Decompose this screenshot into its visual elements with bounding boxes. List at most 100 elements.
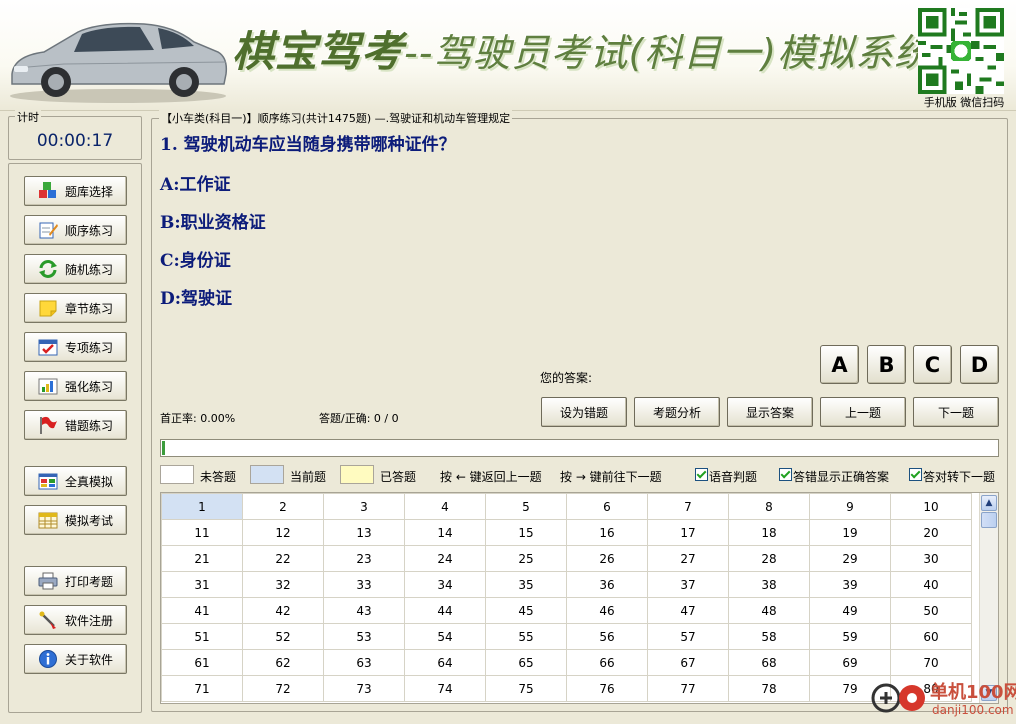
question-number-cell[interactable]: 19: [809, 519, 891, 546]
question-number-cell[interactable]: 76: [566, 675, 648, 702]
question-number-cell[interactable]: 6: [566, 493, 648, 520]
question-number-cell[interactable]: 25: [485, 545, 567, 572]
question-number-cell[interactable]: 34: [404, 571, 486, 598]
show-answer-button[interactable]: 显示答案: [727, 397, 813, 427]
answer-a-button[interactable]: A: [820, 345, 859, 384]
auto-next-checkbox[interactable]: [909, 468, 922, 481]
question-number-cell[interactable]: 43: [323, 597, 405, 624]
question-analysis-button[interactable]: 考题分析: [634, 397, 720, 427]
question-number-cell[interactable]: 57: [647, 623, 729, 650]
question-number-cell[interactable]: 75: [485, 675, 567, 702]
question-number-cell[interactable]: 65: [485, 649, 567, 676]
question-number-cell[interactable]: 36: [566, 571, 648, 598]
nav-chapter-practice-button[interactable]: 章节练习: [24, 293, 127, 323]
question-number-cell[interactable]: 5: [485, 493, 567, 520]
question-number-cell[interactable]: 58: [728, 623, 810, 650]
question-number-cell[interactable]: 2: [242, 493, 324, 520]
question-number-cell[interactable]: 54: [404, 623, 486, 650]
question-number-cell[interactable]: 62: [242, 649, 324, 676]
question-number-cell[interactable]: 60: [890, 623, 972, 650]
question-number-cell[interactable]: 67: [647, 649, 729, 676]
nav-topic-practice-button[interactable]: 专项练习: [24, 332, 127, 362]
question-number-cell[interactable]: 55: [485, 623, 567, 650]
question-number-cell[interactable]: 26: [566, 545, 648, 572]
question-number-cell[interactable]: 70: [890, 649, 972, 676]
question-number-cell[interactable]: 61: [161, 649, 243, 676]
nav-random-practice-button[interactable]: 随机练习: [24, 254, 127, 284]
scroll-thumb[interactable]: [981, 512, 997, 528]
question-number-cell[interactable]: 38: [728, 571, 810, 598]
question-number-cell[interactable]: 17: [647, 519, 729, 546]
scroll-up-icon[interactable]: ▲: [981, 495, 997, 511]
question-number-cell[interactable]: 45: [485, 597, 567, 624]
question-number-cell[interactable]: 78: [728, 675, 810, 702]
nav-print-questions-button[interactable]: 打印考题: [24, 566, 127, 596]
question-number-cell[interactable]: 29: [809, 545, 891, 572]
question-number-cell[interactable]: 30: [890, 545, 972, 572]
question-number-cell[interactable]: 77: [647, 675, 729, 702]
mark-wrong-button[interactable]: 设为错题: [541, 397, 627, 427]
question-number-cell[interactable]: 32: [242, 571, 324, 598]
nav-mock-exam-button[interactable]: 模拟考试: [24, 505, 127, 535]
question-number-cell[interactable]: 44: [404, 597, 486, 624]
grid-scrollbar[interactable]: ▲ ▼: [979, 493, 998, 703]
question-number-cell[interactable]: 63: [323, 649, 405, 676]
nav-register-button[interactable]: 软件注册: [24, 605, 127, 635]
question-number-cell[interactable]: 23: [323, 545, 405, 572]
question-number-cell[interactable]: 10: [890, 493, 972, 520]
question-number-cell[interactable]: 18: [728, 519, 810, 546]
question-number-cell[interactable]: 24: [404, 545, 486, 572]
question-number-cell[interactable]: 16: [566, 519, 648, 546]
question-number-cell[interactable]: 1: [161, 493, 243, 520]
question-number-cell[interactable]: 41: [161, 597, 243, 624]
answer-d-button[interactable]: D: [960, 345, 999, 384]
question-number-cell[interactable]: 40: [890, 571, 972, 598]
question-number-cell[interactable]: 8: [728, 493, 810, 520]
question-number-cell[interactable]: 42: [242, 597, 324, 624]
question-number-cell[interactable]: 56: [566, 623, 648, 650]
question-number-cell[interactable]: 28: [728, 545, 810, 572]
question-number-cell[interactable]: 9: [809, 493, 891, 520]
question-number-cell[interactable]: 68: [728, 649, 810, 676]
question-number-cell[interactable]: 49: [809, 597, 891, 624]
question-number-cell[interactable]: 7: [647, 493, 729, 520]
question-number-cell[interactable]: 4: [404, 493, 486, 520]
question-number-cell[interactable]: 47: [647, 597, 729, 624]
question-number-cell[interactable]: 48: [728, 597, 810, 624]
question-number-cell[interactable]: 3: [323, 493, 405, 520]
question-number-cell[interactable]: 51: [161, 623, 243, 650]
question-number-cell[interactable]: 52: [242, 623, 324, 650]
question-number-cell[interactable]: 64: [404, 649, 486, 676]
show-correct-checkbox[interactable]: [779, 468, 792, 481]
question-number-cell[interactable]: 14: [404, 519, 486, 546]
question-number-cell[interactable]: 73: [323, 675, 405, 702]
question-number-cell[interactable]: 35: [485, 571, 567, 598]
question-number-cell[interactable]: 59: [809, 623, 891, 650]
previous-question-button[interactable]: 上一题: [820, 397, 906, 427]
nav-sequential-practice-button[interactable]: 顺序练习: [24, 215, 127, 245]
option-c[interactable]: C:身份证: [160, 246, 231, 271]
question-number-cell[interactable]: 46: [566, 597, 648, 624]
question-number-cell[interactable]: 22: [242, 545, 324, 572]
answer-c-button[interactable]: C: [913, 345, 952, 384]
question-number-cell[interactable]: 72: [242, 675, 324, 702]
nav-bank-select-button[interactable]: 题库选择: [24, 176, 127, 206]
next-question-button[interactable]: 下一题: [913, 397, 999, 427]
question-number-cell[interactable]: 69: [809, 649, 891, 676]
nav-about-button[interactable]: 关于软件: [24, 644, 127, 674]
question-number-cell[interactable]: 33: [323, 571, 405, 598]
option-a[interactable]: A:工作证: [160, 170, 230, 195]
question-number-cell[interactable]: 27: [647, 545, 729, 572]
answer-b-button[interactable]: B: [867, 345, 906, 384]
question-number-cell[interactable]: 53: [323, 623, 405, 650]
question-number-cell[interactable]: 37: [647, 571, 729, 598]
nav-full-simulation-button[interactable]: 全真模拟: [24, 466, 127, 496]
question-number-cell[interactable]: 11: [161, 519, 243, 546]
question-number-cell[interactable]: 39: [809, 571, 891, 598]
option-b[interactable]: B:职业资格证: [160, 208, 266, 233]
question-number-cell[interactable]: 31: [161, 571, 243, 598]
question-number-cell[interactable]: 12: [242, 519, 324, 546]
nav-wrong-questions-button[interactable]: 错题练习: [24, 410, 127, 440]
option-d[interactable]: D:驾驶证: [160, 284, 232, 309]
question-number-cell[interactable]: 20: [890, 519, 972, 546]
